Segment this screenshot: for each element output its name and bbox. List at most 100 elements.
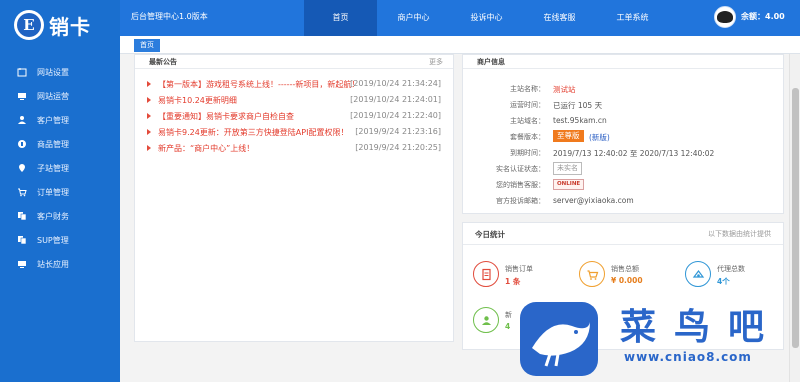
notice-text[interactable]: 【重要通知】易销卡要求商户自检自查 [158,111,294,122]
watermark: 菜鸟吧 www.cniao8.com [510,292,800,382]
uptime-value: 已运行 105 天 [553,101,603,110]
sidebar-item-sup[interactable]: SUP管理 [0,228,120,252]
stat-value: ¥ 0.000 [611,276,643,285]
info-label: 官方投诉邮箱： [496,197,545,205]
list-item[interactable]: 【第一版本】游戏租号系统上线！------新项目，新起航！ [2019/10/24… [135,77,453,93]
avatar[interactable] [714,6,736,28]
info-row-plan: 套餐版本： 至尊版 (新版) [463,129,783,145]
sidebar-item-site-ops[interactable]: 网站运营 [0,84,120,108]
breadcrumb-tab-home[interactable]: 首页 [134,39,160,52]
merchant-header: 商户信息 [463,55,783,69]
notices-more-link[interactable]: 更多 [429,57,443,67]
tab-home[interactable]: 首页 [304,0,377,36]
logo-icon: E [14,10,44,40]
stat-label: 销售总额 [611,265,639,273]
location-icon [17,163,27,173]
stat-value: 1 条 [505,277,521,286]
info-row-uptime: 运营时间： 已运行 105 天 [463,97,783,113]
arrow-icon [147,113,151,119]
agent-icon [685,261,711,287]
monitor-icon [17,91,27,101]
domain-value[interactable]: test.95kam.cn [553,116,607,125]
stat-sales-total: 销售总额 ¥ 0.000 [579,261,689,291]
notice-text[interactable]: 易销卡9.24更新：开放第三方快捷登陆API配置权限！ [158,127,348,138]
notices-panel: 最新公告 更多 【第一版本】游戏租号系统上线！------新项目，新起航！ [20… [134,54,454,342]
bird-logo-icon [520,302,598,376]
watermark-text: 菜鸟吧 [620,306,783,348]
notices-title: 最新公告 [149,58,177,66]
sidebar-item-apps[interactable]: 站长应用 [0,252,120,276]
sidebar-item-label: 网站运营 [37,91,69,101]
info-row-site-name: 主站名称： 测试站 [463,81,783,97]
arrow-icon [147,97,151,103]
tab-merchant-center[interactable]: 商户中心 [377,0,450,36]
logo-text: 销卡 [49,14,91,39]
breadcrumb: 首页 [120,36,800,54]
merchant-panel: 商户信息 主站名称： 测试站 运营时间： 已运行 105 天 主站域名： tes… [462,54,784,214]
info-label: 主站域名： [510,117,545,125]
list-item[interactable]: 易销卡10.24更新明细 [2019/10/24 21:24:01] [135,93,453,109]
sidebar-item-products[interactable]: 商品管理 [0,132,120,156]
app-title: 后台管理中心1.0版本 [131,12,208,21]
info-label: 实名认证状态： [496,165,545,173]
user-icon [17,115,27,125]
logo[interactable]: E 销卡 [14,8,114,42]
info-label: 运营时间： [510,101,545,109]
tab-online-support[interactable]: 在线客服 [523,0,596,36]
stat-agents: 代理总数 4个 [685,261,795,291]
stats-subtitle: 以下数据由统计提供 [708,230,771,238]
sidebar-item-label: SUP管理 [37,235,69,245]
arrow-icon [147,129,151,135]
stat-label: 代理总数 [717,265,745,273]
sidebar-item-label: 站长应用 [37,259,69,269]
info-row-email: 官方投诉邮箱： server@yixiaoka.com [463,193,783,209]
info-label: 主站名称： [510,85,545,93]
verification-badge[interactable]: 未实名 [553,162,582,175]
notice-date: [2019/10/24 21:34:24] [350,79,441,88]
info-row-sales-support: 您的销售客服： ONLINE [463,177,783,193]
plan-extra[interactable]: (新版) [589,132,610,143]
copy-icon [17,235,27,245]
online-support-button[interactable]: ONLINE [553,179,585,190]
sidebar-item-label: 子站管理 [37,163,69,173]
arrow-icon [147,81,151,87]
sidebar-item-label: 订单管理 [37,187,69,197]
sidebar-nav: 网站设置 网站运营 客户管理 商品管理 子站管理 订单管理 客户财务 SUP管理… [0,60,120,276]
notice-list: 【第一版本】游戏租号系统上线！------新项目，新起航！ [2019/10/24… [135,77,453,157]
list-item[interactable]: 新产品：“商户中心”上线！ [2019/9/24 21:20:25] [135,141,453,157]
notice-date: [2019/9/24 21:20:25] [355,143,441,152]
sidebar-item-site-settings[interactable]: 网站设置 [0,60,120,84]
list-item[interactable]: 【重要通知】易销卡要求商户自检自查 [2019/10/24 21:22:40] [135,109,453,125]
sidebar-item-customers[interactable]: 客户管理 [0,108,120,132]
notices-header: 最新公告 更多 [135,55,453,69]
sidebar-item-finance[interactable]: 客户财务 [0,204,120,228]
product-icon [17,139,27,149]
notice-text[interactable]: 易销卡10.24更新明细 [158,95,237,106]
info-label: 套餐版本： [510,133,545,141]
info-label: 到期时间： [510,149,545,157]
user-icon [473,307,499,333]
sidebar-item-label: 客户管理 [37,115,69,125]
tab-complaint-center[interactable]: 投诉中心 [450,0,523,36]
info-row-expiry: 到期时间： 2019/7/13 12:40:02 至 2020/7/13 12:… [463,145,783,161]
email-value[interactable]: server@yixiaoka.com [553,196,634,205]
info-row-domain: 主站域名： test.95kam.cn [463,113,783,129]
folder-icon [17,67,27,77]
notice-text[interactable]: 新产品：“商户中心”上线！ [158,143,254,154]
avatar-icon [717,11,733,23]
monitor-icon [17,259,27,269]
cart-icon [17,187,27,197]
list-item[interactable]: 易销卡9.24更新：开放第三方快捷登陆API配置权限！ [2019/9/24 21… [135,125,453,141]
top-nav: 首页 商户中心 投诉中心 在线客服 工单系统 [304,0,669,36]
sidebar-item-substations[interactable]: 子站管理 [0,156,120,180]
copy-icon [17,211,27,221]
document-icon [473,261,499,287]
sidebar-item-orders[interactable]: 订单管理 [0,180,120,204]
stats-title: 今日统计 [475,230,505,239]
sidebar: E 销卡 网站设置 网站运营 客户管理 商品管理 子站管理 订单管理 客户财务 … [0,0,120,382]
notice-text[interactable]: 【第一版本】游戏租号系统上线！------新项目，新起航！ [158,79,359,90]
stats-header: 今日统计 以下数据由统计提供 [463,223,783,245]
info-label: 您的销售客服： [496,181,545,189]
stat-label: 销售订单 [505,265,533,273]
tab-ticket-system[interactable]: 工单系统 [596,0,669,36]
